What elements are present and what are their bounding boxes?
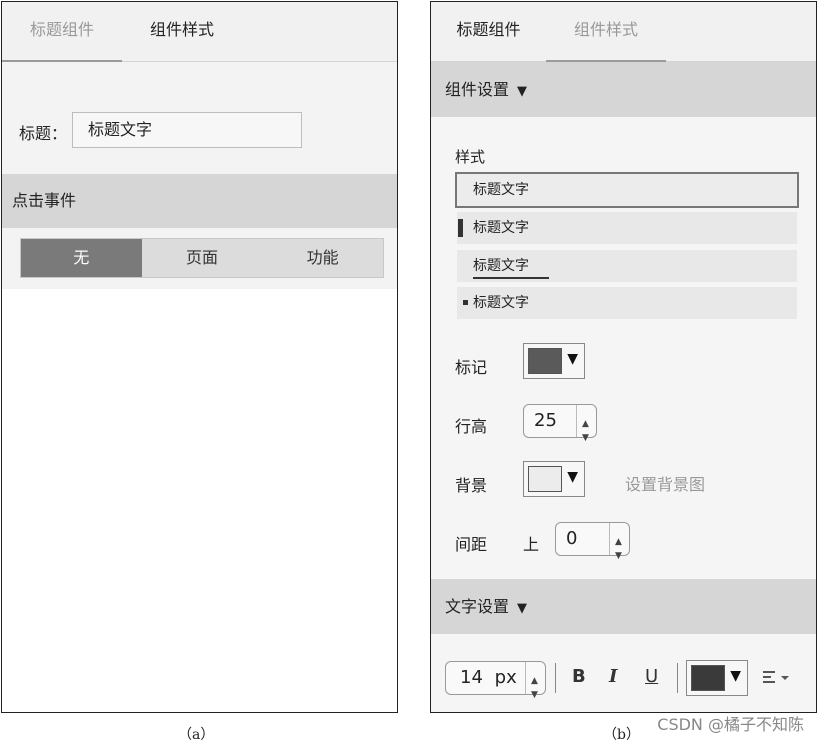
mark-color-swatch [528, 348, 562, 374]
tab-bar: 标题组件 组件样式 [431, 2, 816, 62]
italic-button[interactable]: I [609, 666, 617, 687]
segment-page[interactable]: 页面 [142, 239, 263, 277]
align-left-icon [763, 671, 789, 683]
toolbar-divider [677, 663, 678, 693]
segment-function[interactable]: 功能 [262, 239, 383, 277]
mark-color-picker[interactable]: ▼ [523, 343, 585, 379]
tab-component-style[interactable]: 组件样式 [122, 2, 242, 62]
mark-label: 标记 [455, 358, 488, 377]
stepper-controls[interactable]: ▲ ▼ [609, 523, 629, 561]
line-height-label: 行高 [455, 417, 488, 436]
style-option-text: 标题文字 [473, 220, 529, 236]
text-settings-label: 文字设置 [445, 597, 510, 616]
style-option-left-bar[interactable]: 标题文字 [457, 212, 797, 244]
caret-down-icon: ▼ [567, 351, 578, 367]
dot-marker-icon [463, 300, 468, 305]
set-background-image-link[interactable]: 设置背景图 [625, 471, 705, 495]
chevron-down-icon[interactable]: ▼ [615, 540, 622, 572]
spacing-label: 间距 [455, 535, 488, 554]
stepper-controls[interactable]: ▲ ▼ [576, 405, 596, 443]
underline-button[interactable]: U [645, 666, 658, 687]
align-dropdown[interactable] [761, 668, 795, 688]
panel-a: 标题组件 组件样式 标题： 标题文字 点击事件 无 页面 功能 [1, 1, 398, 713]
component-settings-header[interactable]: 组件设置 ▼ [431, 62, 816, 117]
style-option-text: 标题文字 [473, 258, 529, 274]
stepper-controls[interactable]: ▲ ▼ [525, 662, 545, 700]
font-size-stepper[interactable]: 14 px ▲ ▼ [445, 661, 546, 700]
toolbar-divider [555, 663, 556, 693]
style-option-dot[interactable]: 标题文字 [457, 287, 797, 319]
text-settings-header[interactable]: 文字设置 ▼ [431, 579, 816, 634]
spacing-top-label: 上 [523, 535, 540, 554]
click-event-segmented-control: 无 页面 功能 [20, 238, 384, 278]
tab-component-style[interactable]: 组件样式 [546, 2, 666, 62]
left-bar-marker-icon [458, 219, 463, 237]
tab-title-component[interactable]: 标题组件 [431, 2, 546, 62]
background-color-picker[interactable]: ▼ [523, 461, 585, 497]
style-option-underline[interactable]: 标题文字 [457, 250, 797, 282]
style-label: 样式 [455, 148, 486, 166]
line-height-value: 25 [534, 410, 557, 431]
caret-down-icon: ▼ [567, 469, 578, 485]
background-color-swatch [528, 466, 562, 492]
text-color-picker[interactable]: ▼ [686, 660, 748, 696]
text-color-swatch [691, 665, 725, 691]
style-option-boxed[interactable]: 标题文字 [455, 172, 799, 208]
font-size-unit: px [494, 667, 517, 688]
title-input[interactable]: 标题文字 [72, 112, 302, 148]
panel-b: 标题组件 组件样式 组件设置 ▼ 样式 标题文字 标题文字 标题文字 标题文字 标… [430, 1, 817, 713]
tab-title-component[interactable]: 标题组件 [2, 2, 122, 62]
tab-bar: 标题组件 组件样式 [2, 2, 397, 62]
spacing-top-stepper[interactable]: 0 ▲ ▼ [555, 522, 630, 561]
style-option-text: 标题文字 [473, 182, 529, 198]
caption-b: （b） [603, 727, 640, 743]
style-option-text: 标题文字 [473, 295, 529, 311]
caret-down-icon: ▼ [730, 668, 741, 684]
line-height-stepper[interactable]: 25 ▲ ▼ [523, 404, 597, 443]
component-settings-label: 组件设置 [445, 80, 510, 99]
triangle-down-icon: ▼ [517, 84, 528, 99]
background-label: 背景 [455, 476, 488, 495]
chevron-down-icon[interactable]: ▼ [582, 422, 589, 454]
font-size-value: 14 [460, 667, 483, 688]
caption-a: （a） [178, 727, 215, 743]
chevron-down-icon[interactable]: ▼ [531, 679, 538, 711]
segment-none[interactable]: 无 [21, 239, 142, 277]
underline-marker-icon [473, 277, 549, 279]
bold-button[interactable]: B [572, 666, 586, 687]
spacing-top-value: 0 [566, 528, 578, 549]
click-event-header: 点击事件 [2, 174, 397, 228]
watermark: CSDN @橘子不知陈 [657, 715, 804, 734]
click-event-header-label: 点击事件 [12, 191, 77, 210]
title-label: 标题： [19, 124, 68, 143]
triangle-down-icon: ▼ [517, 601, 528, 616]
